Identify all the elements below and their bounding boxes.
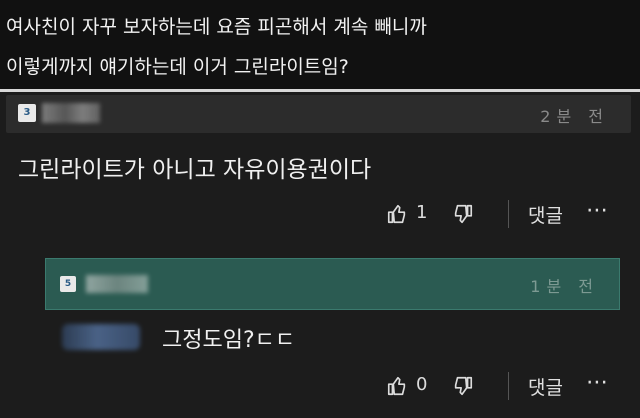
reply-button[interactable]: 댓글 [528,201,563,228]
comment-time: 2분 전 [540,107,609,126]
blurred-mention [62,324,140,350]
post-title-line-1: 여사친이 자꾸 보자하는데 요즘 피곤해서 계속 빼니까 [6,16,427,38]
comment-text: 그린라이트가 아니고 자유이용권이다 [18,157,372,183]
like-count: 0 [416,374,428,395]
thumbs-down-icon[interactable] [452,203,474,225]
thumbs-up-icon[interactable] [386,375,408,397]
blurred-username [86,275,148,293]
thumbs-up-icon[interactable] [386,203,408,225]
more-icon[interactable]: ⋯ [586,370,609,395]
action-separator [508,372,509,400]
like-count: 1 [416,202,428,223]
reply-header: 5 1분 전 [45,258,620,310]
post-title-line-2: 이렇게까지 얘기하는데 이거 그린라이트임? [6,56,349,78]
reply-actions: 0 댓글 ⋯ [380,370,620,402]
reply-time: 1분 전 [530,277,599,296]
more-icon[interactable]: ⋯ [586,198,609,223]
divider [0,89,640,92]
user-level-badge: 3 [18,104,36,122]
thumbs-down-icon[interactable] [452,375,474,397]
reply-text: 그정도임?ㄷㄷ [162,328,296,353]
post-title-area: 여사친이 자꾸 보자하는데 요즘 피곤해서 계속 빼니까 이렇게까지 얘기하는데… [0,0,640,90]
blurred-username [42,103,100,123]
action-separator [508,200,509,228]
comment-actions: 1 댓글 ⋯ [380,198,620,230]
user-level-badge: 5 [60,276,76,292]
comment-header: 3 2분 전 [6,95,631,133]
reply-button[interactable]: 댓글 [528,373,563,400]
